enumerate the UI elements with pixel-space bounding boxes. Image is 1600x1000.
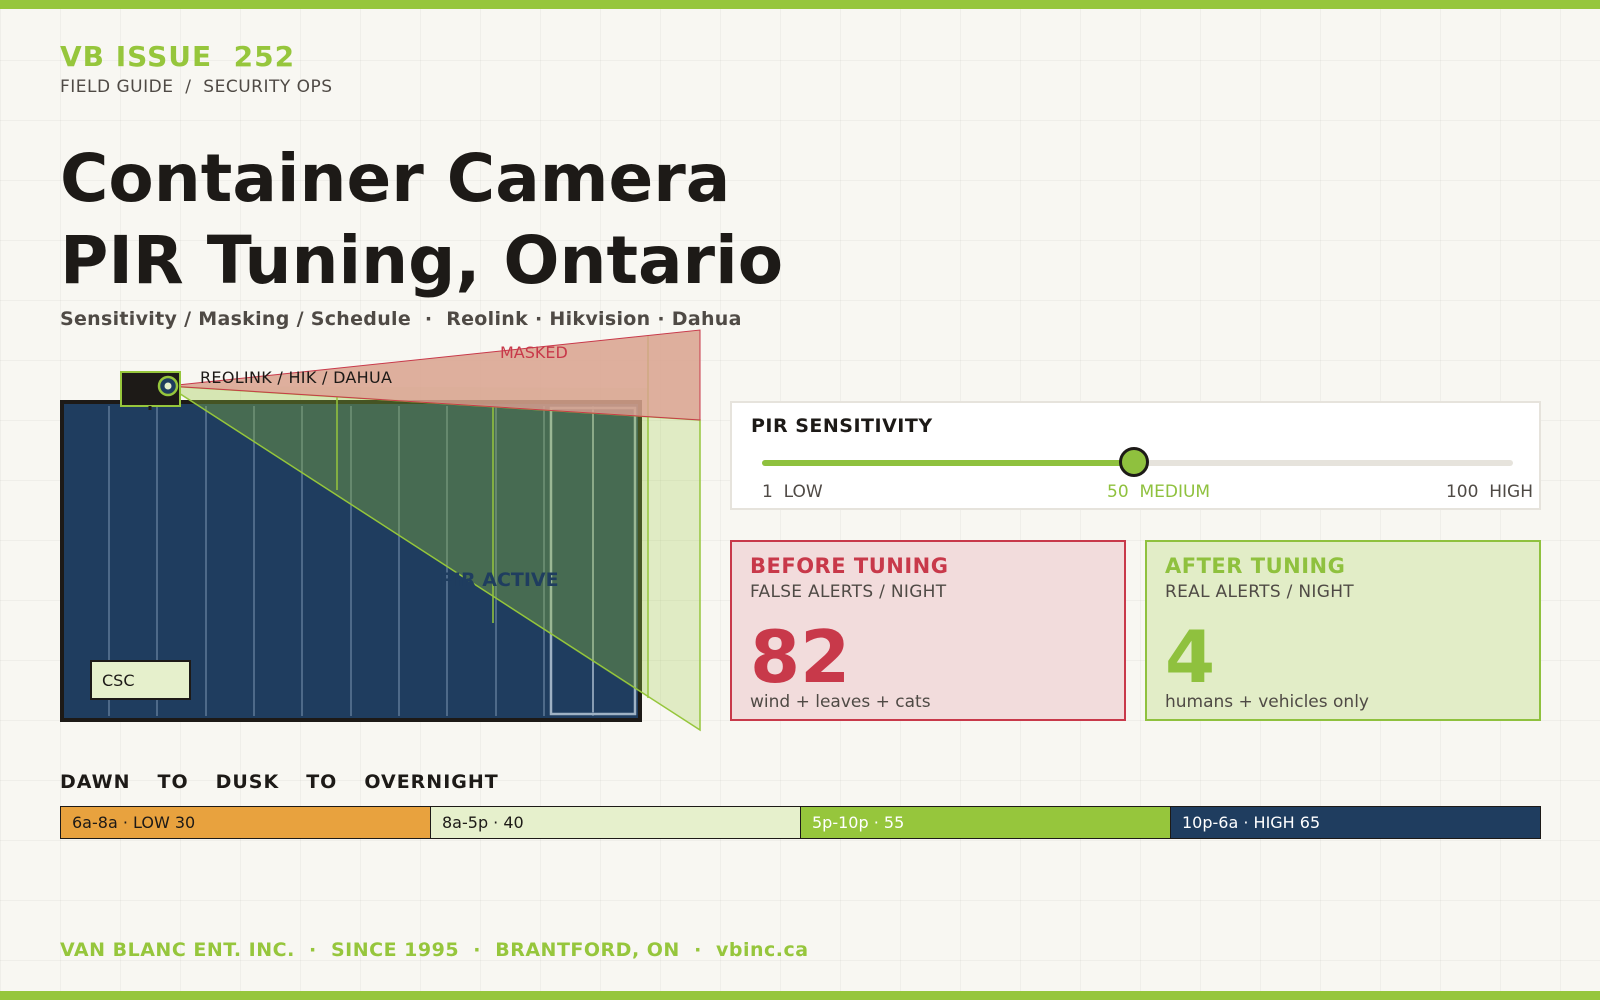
bottom-accent-bar bbox=[0, 991, 1600, 1000]
pir-sensitivity-card: PIR SENSITIVITY 1 LOW 50 MEDIUM 100 HIGH bbox=[730, 401, 1541, 510]
before-title: BEFORE TUNING bbox=[750, 554, 949, 578]
title-line-1: Container Camera bbox=[60, 140, 731, 217]
pir-active-label: PIR ACTIVE bbox=[440, 569, 559, 591]
schedule-word: DUSK bbox=[215, 771, 280, 793]
pir-sensitivity-title: PIR SENSITIVITY bbox=[751, 415, 933, 437]
slider-low-label: 1 LOW bbox=[762, 482, 823, 502]
schedule-segment-evening[interactable]: 5p-10p · 55 bbox=[801, 807, 1171, 838]
before-value: 82 bbox=[750, 615, 851, 699]
after-title: AFTER TUNING bbox=[1165, 554, 1346, 578]
schedule-timeline: 6a-8a · LOW 30 8a-5p · 40 5p-10p · 55 10… bbox=[60, 806, 1541, 839]
before-note: wind + leaves + cats bbox=[750, 692, 931, 712]
schedule-segment-day[interactable]: 8a-5p · 40 bbox=[431, 807, 801, 838]
coverage-svg: MASKED PIR ACTIVE REOLINK / HIK / DAHUA … bbox=[60, 329, 701, 732]
before-subtitle: FALSE ALERTS / NIGHT bbox=[750, 582, 947, 602]
schedule-word: TO bbox=[157, 771, 189, 793]
schedule-word: DAWN bbox=[60, 771, 131, 793]
issue-number: VB ISSUE 252 bbox=[60, 40, 296, 73]
schedule-word: TO bbox=[306, 771, 338, 793]
slider-fill bbox=[762, 460, 1134, 466]
schedule-segment-overnight[interactable]: 10p-6a · HIGH 65 bbox=[1171, 807, 1540, 838]
camera-lens-center bbox=[164, 382, 172, 390]
before-tuning-card: BEFORE TUNING FALSE ALERTS / NIGHT 82 wi… bbox=[730, 540, 1126, 721]
csc-label: CSC bbox=[102, 671, 135, 690]
slider-handle[interactable] bbox=[1118, 447, 1149, 477]
schedule-segment-dawn[interactable]: 6a-8a · LOW 30 bbox=[61, 807, 431, 838]
top-accent-bar bbox=[0, 0, 1600, 9]
after-subtitle: REAL ALERTS / NIGHT bbox=[1165, 582, 1354, 602]
after-note: humans + vehicles only bbox=[1165, 692, 1369, 712]
page-title: Container Camera PIR Tuning, Ontario bbox=[60, 138, 783, 302]
masked-label: MASKED bbox=[500, 343, 568, 362]
section-kicker: FIELD GUIDE / SECURITY OPS bbox=[60, 77, 333, 97]
slider-value-label: 50 MEDIUM bbox=[1107, 482, 1211, 502]
footer-credits: VAN BLANC ENT. INC. · SINCE 1995 · BRANT… bbox=[60, 939, 809, 961]
schedule-title: DAWN TO DUSK TO OVERNIGHT bbox=[60, 771, 526, 793]
camera-coverage-diagram: MASKED PIR ACTIVE REOLINK / HIK / DAHUA … bbox=[0, 320, 720, 732]
after-tuning-card: AFTER TUNING REAL ALERTS / NIGHT 4 human… bbox=[1145, 540, 1541, 721]
schedule-word: OVERNIGHT bbox=[364, 771, 499, 793]
after-value: 4 bbox=[1165, 615, 1216, 699]
camera-brands-label: REOLINK / HIK / DAHUA bbox=[200, 368, 392, 387]
pir-sensitivity-slider[interactable] bbox=[762, 447, 1513, 477]
slider-high-label: 100 HIGH bbox=[1445, 482, 1533, 502]
title-line-2: PIR Tuning, Ontario bbox=[60, 222, 784, 299]
